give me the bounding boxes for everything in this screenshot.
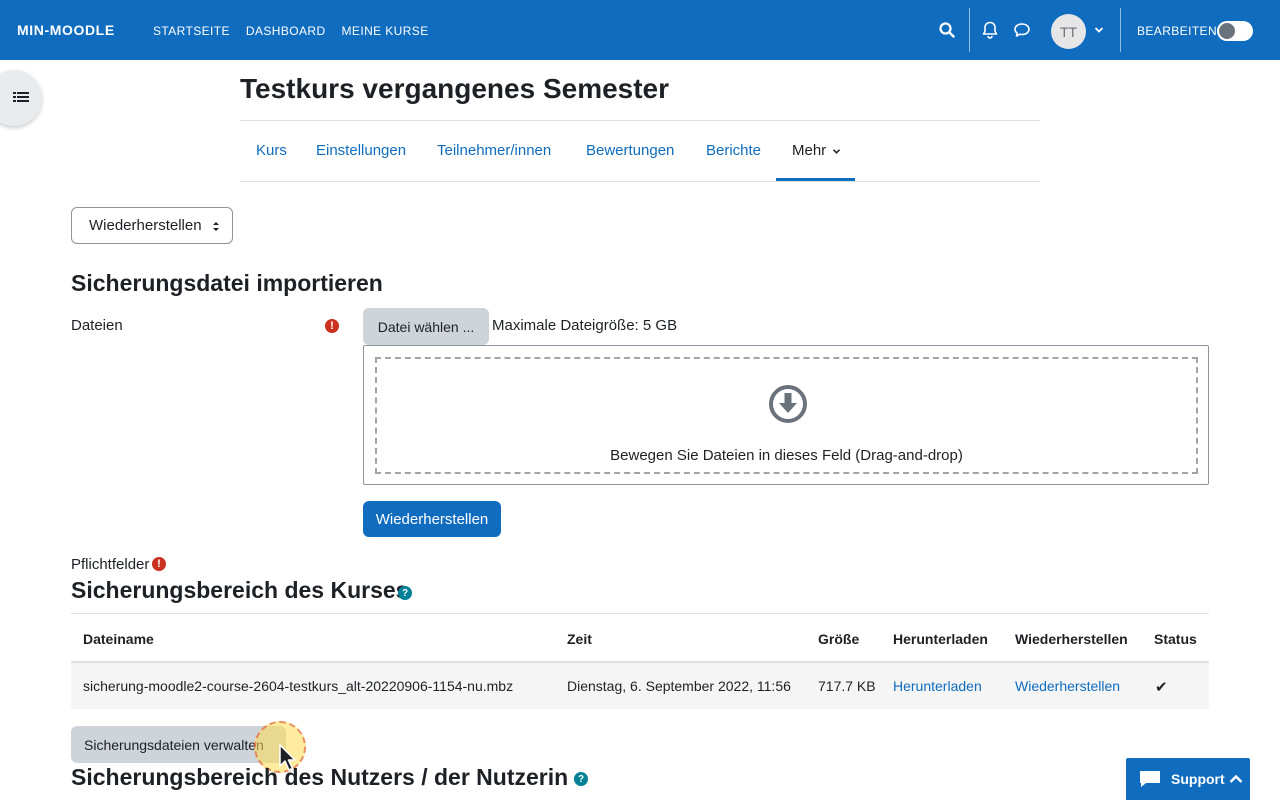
- tab-bewertungen[interactable]: Bewertungen: [586, 142, 674, 159]
- toggle-knob: [1219, 23, 1235, 39]
- column-header: Größe: [818, 631, 860, 647]
- chevron-down-icon[interactable]: [1089, 20, 1109, 40]
- site-brand[interactable]: MIN-MOODLE: [17, 22, 115, 38]
- page-title: Testkurs vergangenes Semester: [240, 73, 670, 104]
- backup-size: 717.7 KB: [818, 678, 876, 694]
- download-arrow-icon: [769, 385, 807, 423]
- list-icon: [13, 92, 29, 102]
- course-backup-heading: Sicherungsbereich des Kurses: [71, 577, 409, 603]
- chat-icon[interactable]: [1012, 20, 1032, 40]
- user-avatar[interactable]: TT: [1051, 14, 1086, 49]
- column-header: Zeit: [567, 631, 592, 647]
- max-file-size: Maximale Dateigröße: 5 GB: [492, 317, 678, 334]
- select-value: Wiederherstellen: [89, 217, 202, 234]
- table-header: Dateiname Zeit Größe Herunterladen Wiede…: [71, 613, 1209, 663]
- status-check-icon: ✔: [1155, 679, 1168, 696]
- choose-file-button[interactable]: Datei wählen ...: [363, 308, 489, 345]
- backup-time: Dienstag, 6. September 2022, 11:56: [567, 678, 791, 694]
- column-header: Dateiname: [83, 631, 154, 647]
- chat-bubble-icon: [1140, 771, 1160, 787]
- secondary-navigation: Kurs Einstellungen Teilnehmer/innen Bewe…: [240, 120, 1040, 182]
- active-tab-indicator: [776, 178, 855, 181]
- column-header: Herunterladen: [893, 631, 988, 647]
- user-backup-heading: Sicherungsbereich des Nutzers / der Nutz…: [71, 764, 569, 790]
- dropzone-text: Bewegen Sie Dateien in dieses Feld (Drag…: [610, 447, 963, 464]
- nav-link-meine-kurse[interactable]: MEINE KURSE: [342, 24, 429, 38]
- tab-berichte[interactable]: Berichte: [706, 142, 761, 159]
- restore-button[interactable]: Wiederherstellen: [363, 501, 501, 537]
- search-icon[interactable]: [937, 20, 957, 40]
- help-icon[interactable]: ?: [574, 772, 588, 786]
- chevron-up-icon: [1229, 774, 1243, 783]
- download-link[interactable]: Herunterladen: [893, 678, 982, 694]
- bell-icon[interactable]: [980, 20, 1000, 40]
- column-header: Status: [1154, 631, 1197, 647]
- edit-mode-label: BEARBEITEN: [1137, 24, 1218, 38]
- chevron-down-icon: [833, 149, 841, 154]
- tab-teilnehmer[interactable]: Teilnehmer/innen: [437, 142, 551, 159]
- required-fields-note: Pflichtfelder: [71, 556, 150, 573]
- course-index-drawer-button[interactable]: [0, 70, 42, 126]
- support-label: Support: [1171, 771, 1225, 787]
- file-dropzone[interactable]: Bewegen Sie Dateien in dieses Feld (Drag…: [375, 357, 1198, 474]
- files-label: Dateien: [71, 317, 123, 334]
- navbar-divider: [1120, 8, 1121, 52]
- tab-mehr[interactable]: Mehr: [792, 142, 841, 159]
- nav-link-dashboard[interactable]: DASHBOARD: [246, 24, 326, 38]
- support-button[interactable]: Support: [1126, 758, 1250, 800]
- course-backup-table: Dateiname Zeit Größe Herunterladen Wiede…: [71, 613, 1209, 709]
- backup-filename: sicherung-moodle2-course-2604-testkurs_a…: [83, 678, 514, 694]
- tab-einstellungen[interactable]: Einstellungen: [316, 142, 406, 159]
- column-header: Wiederherstellen: [1015, 631, 1128, 647]
- tab-kurs[interactable]: Kurs: [256, 142, 287, 159]
- table-row: sicherung-moodle2-course-2604-testkurs_a…: [71, 663, 1209, 709]
- backup-action-select[interactable]: Wiederherstellen: [71, 207, 233, 244]
- file-picker: Bewegen Sie Dateien in dieses Feld (Drag…: [363, 345, 1209, 485]
- help-icon[interactable]: ?: [398, 586, 412, 600]
- required-icon: !: [152, 557, 166, 571]
- top-navbar: MIN-MOODLE STARTSEITE DASHBOARD MEINE KU…: [0, 0, 1280, 60]
- nav-link-startseite[interactable]: STARTSEITE: [153, 24, 230, 38]
- edit-mode-toggle[interactable]: [1217, 21, 1253, 41]
- restore-link[interactable]: Wiederherstellen: [1015, 678, 1120, 694]
- navbar-divider: [969, 8, 970, 52]
- primary-navigation: STARTSEITE DASHBOARD MEINE KURSE: [153, 24, 429, 38]
- import-section-heading: Sicherungsdatei importieren: [71, 270, 383, 296]
- required-icon: !: [325, 319, 339, 333]
- select-caret-icon: [213, 222, 219, 231]
- tab-mehr-label: Mehr: [792, 142, 827, 159]
